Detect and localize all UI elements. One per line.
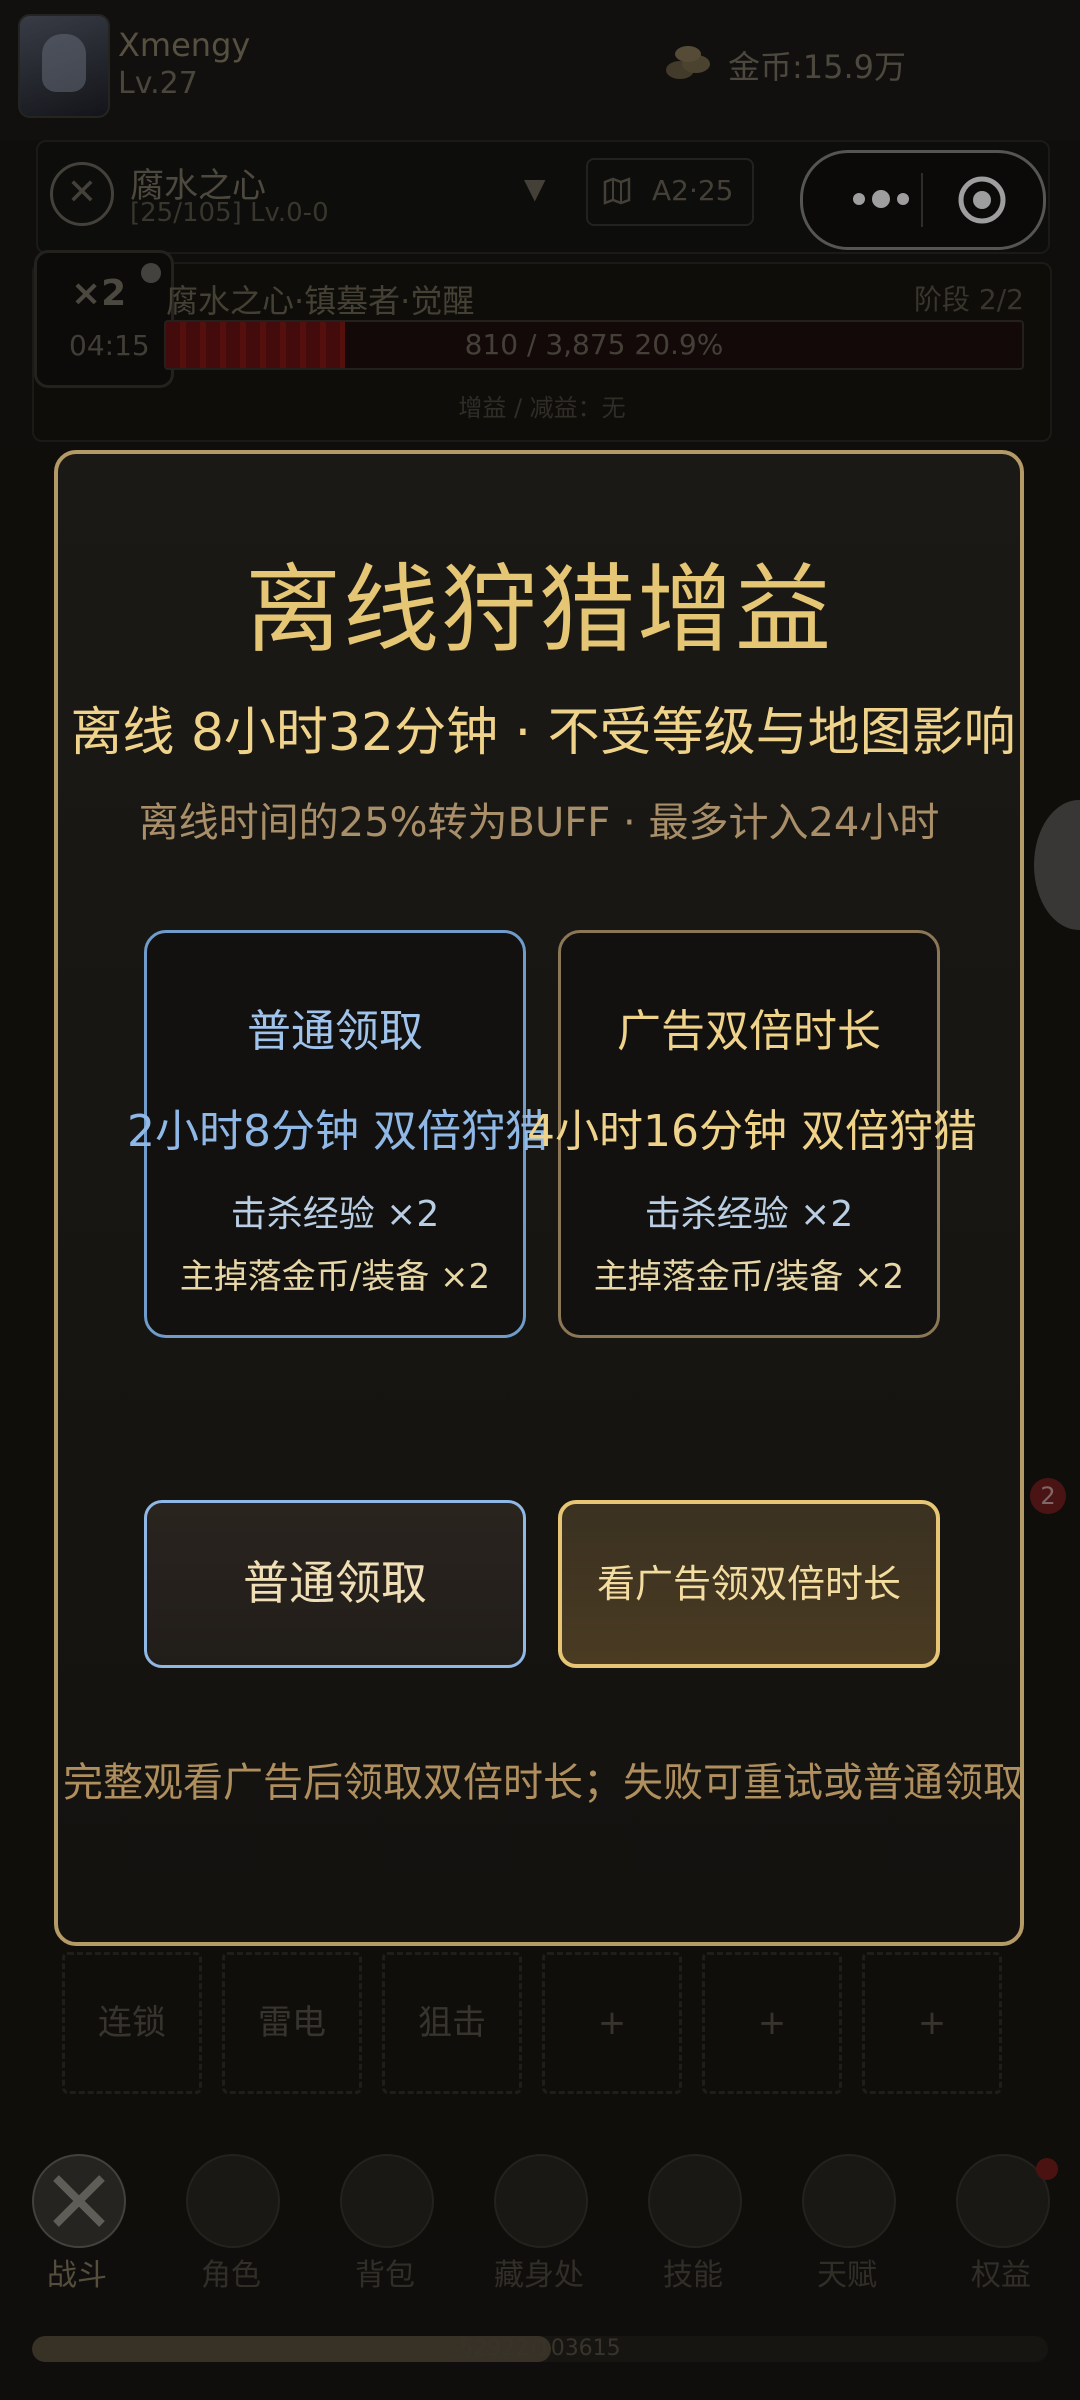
ad-card-title: 广告双倍时长	[617, 1006, 881, 1057]
offline-note: 离线时间的25%转为BUFF · 最多计入24小时	[138, 800, 940, 846]
offline-reward-modal: 离线狩猎增益 离线 8小时32分钟 · 不受等级与地图影响 离线时间的25%转为…	[54, 450, 1024, 1946]
normal-card-title: 普通领取	[247, 1006, 423, 1057]
offline-duration: 离线 8小时32分钟 · 不受等级与地图影响	[70, 703, 1016, 763]
ad-card-duration: 4小时16分钟 双倍狩猎	[527, 1106, 977, 1157]
normal-card-exp: 击杀经验 ×2	[230, 1194, 440, 1235]
ad-card-drop: 主掉落金币/装备 ×2	[593, 1257, 905, 1297]
modal-title: 离线狩猎增益	[245, 554, 833, 666]
game-screen: Xmengy Lv.27 金币:15.9万 ✕ 腐水之心 [25/105] Lv…	[0, 0, 1080, 2400]
watch-ad-button[interactable]: 看广告领双倍时长	[558, 1500, 940, 1668]
normal-claim-card: 普通领取 2小时8分钟 双倍狩猎 击杀经验 ×2 主掉落金币/装备 ×2	[127, 930, 549, 1338]
modal-footer-note: 完整观看广告后领取双倍时长；失败可重试或普通领取	[63, 1760, 1023, 1806]
normal-claim-button[interactable]: 普通领取	[144, 1500, 526, 1668]
ad-card-exp: 击杀经验 ×2	[644, 1194, 854, 1235]
ad-claim-card: 广告双倍时长 4小时16分钟 双倍狩猎 击杀经验 ×2 主掉落金币/装备 ×2	[527, 930, 977, 1338]
normal-card-drop: 主掉落金币/装备 ×2	[179, 1257, 491, 1297]
